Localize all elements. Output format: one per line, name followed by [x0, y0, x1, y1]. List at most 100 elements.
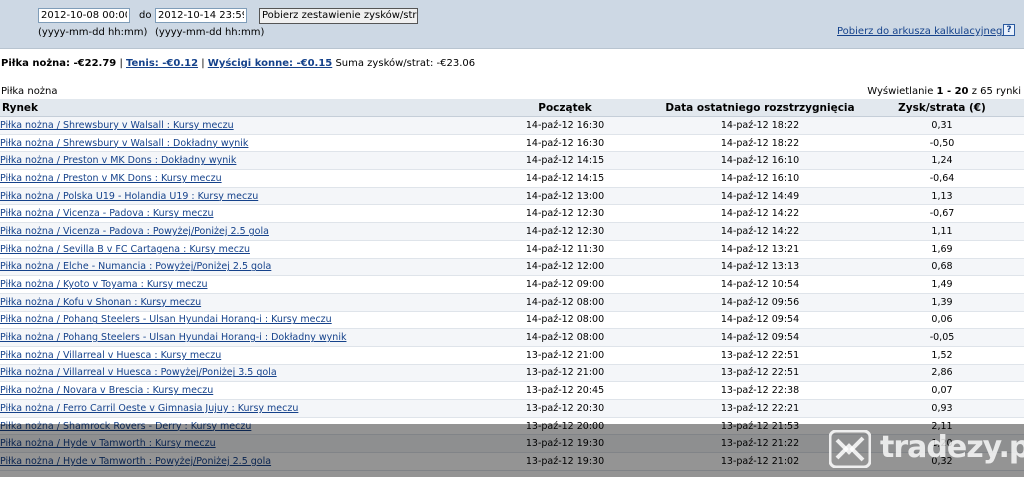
market-link[interactable]: Piłka nożna / Vicenza - Padova : Kursy m…: [0, 208, 214, 219]
summary-tennis-link[interactable]: Tenis: -€0.12: [126, 58, 198, 69]
profit-loss-cell: 1,13: [860, 187, 1024, 206]
market-cell: Piłka nożna / Polska U19 - Holandia U19 …: [0, 187, 470, 206]
start-time-cell: 13-paź-12 21:00: [470, 346, 660, 365]
profit-loss-cell: 1,24: [860, 151, 1024, 171]
start-time-cell: 13-paź-12 21:00: [470, 364, 660, 383]
profit-loss-cell: 1,69: [860, 240, 1024, 259]
market-link[interactable]: Piłka nożna / Sevilla B v FC Cartagena :…: [0, 244, 250, 255]
market-cell: Piłka nożna / Preston v MK Dons : Dokład…: [0, 151, 470, 171]
date-to-label: do: [139, 10, 152, 21]
profit-loss-cell: 0,93: [860, 399, 1024, 418]
start-time-cell: 14-paź-12 14:15: [470, 169, 660, 188]
column-header-settled[interactable]: Data ostatniego rozstrzygnięcia: [660, 99, 860, 117]
market-cell: Piłka nożna / Vicenza - Padova : Kursy m…: [0, 204, 470, 224]
profit-loss-cell: -0,64: [860, 169, 1024, 188]
market-link[interactable]: Piłka nożna / Villarreal v Huesca : Powy…: [0, 367, 277, 378]
market-cell: Piłka nożna / Vicenza - Padova : Powyżej…: [0, 222, 470, 241]
market-link[interactable]: Piłka nożna / Vicenza - Padova : Powyżej…: [0, 226, 269, 237]
market-link[interactable]: Piłka nożna / Pohang Steelers - Ulsan Hy…: [0, 314, 332, 325]
market-link[interactable]: Piłka nożna / Shrewsbury v Walsall : Kur…: [0, 120, 234, 131]
pagination-range: 1 - 20: [936, 86, 969, 97]
settled-time-cell: 14-paź-12 09:54: [660, 328, 860, 347]
market-link[interactable]: Piłka nożna / Kyoto v Toyama : Kursy mec…: [0, 279, 207, 290]
sport-summary: Piłka nożna: -€22.79 | Tenis: -€0.12 | W…: [1, 58, 475, 69]
column-header-start[interactable]: Początek: [470, 99, 660, 117]
market-cell: Piłka nożna / Kyoto v Toyama : Kursy mec…: [0, 275, 470, 294]
market-link[interactable]: Piłka nożna / Kofu v Shonan : Kursy mecz…: [0, 297, 201, 308]
profit-loss-cell: -0,50: [860, 134, 1024, 153]
settled-time-cell: 14-paź-12 18:22: [660, 116, 860, 135]
table-row: Piłka nożna / Sevilla B v FC Cartagena :…: [0, 240, 1024, 259]
pagination-info: Wyświetlanie 1 - 20 z 65 rynki: [867, 86, 1021, 97]
market-link[interactable]: Piłka nożna / Preston v MK Dons : Kursy …: [0, 173, 222, 184]
profit-loss-cell: 1,52: [860, 346, 1024, 365]
profit-loss-cell: 2,86: [860, 364, 1024, 383]
table-row: Piłka nożna / Pohang Steelers - Ulsan Hy…: [0, 311, 1024, 330]
profit-loss-cell: -0,05: [860, 328, 1024, 347]
market-cell: Piłka nożna / Villarreal v Huesca : Kurs…: [0, 346, 470, 365]
market-cell: Piłka nożna / Pohang Steelers - Ulsan Hy…: [0, 328, 470, 347]
profit-loss-cell: 0,07: [860, 381, 1024, 400]
start-time-cell: 14-paź-12 12:00: [470, 258, 660, 277]
settled-time-cell: 14-paź-12 16:10: [660, 151, 860, 171]
market-cell: Piłka nożna / Shrewsbury v Walsall : Dok…: [0, 134, 470, 153]
market-link[interactable]: Piłka nożna / Shrewsbury v Walsall : Dok…: [0, 138, 248, 149]
start-time-cell: 14-paź-12 09:00: [470, 275, 660, 294]
table-row: Piłka nożna / Ferro Carril Oeste v Gimna…: [0, 399, 1024, 418]
market-cell: Piłka nożna / Pohang Steelers - Ulsan Hy…: [0, 311, 470, 330]
summary-football: Piłka nożna: -€22.79: [1, 58, 117, 69]
settled-time-cell: 13-paź-12 22:38: [660, 381, 860, 400]
export-spreadsheet-link[interactable]: Pobierz do arkusza kalkulacyjnego: [837, 26, 1008, 37]
table-row: Piłka nożna / Shrewsbury v Walsall : Dok…: [0, 134, 1024, 153]
market-link[interactable]: Piłka nożna / Polska U19 - Holandia U19 …: [0, 191, 258, 202]
market-link[interactable]: Piłka nożna / Villarreal v Huesca : Kurs…: [0, 350, 221, 361]
market-link[interactable]: Piłka nożna / Ferro Carril Oeste v Gimna…: [0, 403, 298, 414]
table-row: Piłka nożna / Polska U19 - Holandia U19 …: [0, 187, 1024, 206]
settled-time-cell: 14-paź-12 10:54: [660, 275, 860, 294]
profit-loss-cell: 1,39: [860, 293, 1024, 312]
start-time-cell: 14-paź-12 08:00: [470, 311, 660, 330]
summary-horse-racing-link[interactable]: Wyścigi konne: -€0.15: [208, 58, 332, 69]
table-row: Piłka nożna / Villarreal v Huesca : Powy…: [0, 364, 1024, 383]
table-header-row: Rynek Początek Data ostatniego rozstrzyg…: [0, 99, 1024, 117]
get-report-button[interactable]: Pobierz zestawienie zysków/strat: [259, 8, 418, 24]
market-link[interactable]: Piłka nożna / Novara v Brescia : Kursy m…: [0, 385, 213, 396]
market-cell: Piłka nożna / Villarreal v Huesca : Powy…: [0, 364, 470, 383]
date-to-input[interactable]: [155, 8, 247, 23]
summary-total-label: Suma zysków/strat:: [335, 58, 434, 69]
market-link[interactable]: Piłka nożna / Pohang Steelers - Ulsan Hy…: [0, 332, 346, 343]
table-row: Piłka nożna / Kyoto v Toyama : Kursy mec…: [0, 275, 1024, 294]
start-time-cell: 14-paź-12 14:15: [470, 151, 660, 171]
market-cell: Piłka nożna / Novara v Brescia : Kursy m…: [0, 381, 470, 400]
table-row: Piłka nożna / Vicenza - Padova : Kursy m…: [0, 204, 1024, 224]
settled-time-cell: 13-paź-12 22:51: [660, 346, 860, 365]
start-time-cell: 14-paź-12 16:30: [470, 116, 660, 135]
pagination-total: z 65 rynki: [971, 86, 1021, 97]
table-row: Piłka nożna / Preston v MK Dons : Dokład…: [0, 151, 1024, 171]
market-cell: Piłka nożna / Shrewsbury v Walsall : Kur…: [0, 116, 470, 135]
table-row: Piłka nożna / Elche - Numancia : Powyżej…: [0, 258, 1024, 277]
start-time-cell: 14-paź-12 12:30: [470, 204, 660, 224]
settled-time-cell: 14-paź-12 13:21: [660, 240, 860, 259]
settled-time-cell: 14-paź-12 18:22: [660, 134, 860, 153]
table-row: Piłka nożna / Shrewsbury v Walsall : Kur…: [0, 116, 1024, 135]
settled-time-cell: 14-paź-12 14:49: [660, 187, 860, 206]
settled-time-cell: 14-paź-12 13:13: [660, 258, 860, 277]
date-from-input[interactable]: [38, 8, 130, 23]
summary-separator: |: [119, 58, 123, 69]
start-time-cell: 13-paź-12 20:45: [470, 381, 660, 400]
pagination-prefix: Wyświetlanie: [867, 86, 934, 97]
market-link[interactable]: Piłka nożna / Preston v MK Dons : Dokład…: [0, 155, 236, 166]
column-header-market[interactable]: Rynek: [0, 99, 470, 117]
settled-time-cell: 14-paź-12 14:22: [660, 222, 860, 241]
tradezy-logo-icon: [829, 430, 871, 468]
profit-loss-cell: -0,67: [860, 204, 1024, 224]
filter-bar: do (yyyy-mm-dd hh:mm) (yyyy-mm-dd hh:mm)…: [0, 0, 1024, 49]
table-row: Piłka nożna / Preston v MK Dons : Kursy …: [0, 169, 1024, 188]
help-icon[interactable]: ?: [1003, 24, 1015, 36]
market-link[interactable]: Piłka nożna / Elche - Numancia : Powyżej…: [0, 261, 271, 272]
profit-loss-cell: 1,49: [860, 275, 1024, 294]
summary-total-value: -€23.06: [436, 58, 476, 69]
column-header-profit-loss[interactable]: Zysk/strata (€): [860, 99, 1024, 117]
table-row: Piłka nożna / Vicenza - Padova : Powyżej…: [0, 222, 1024, 241]
